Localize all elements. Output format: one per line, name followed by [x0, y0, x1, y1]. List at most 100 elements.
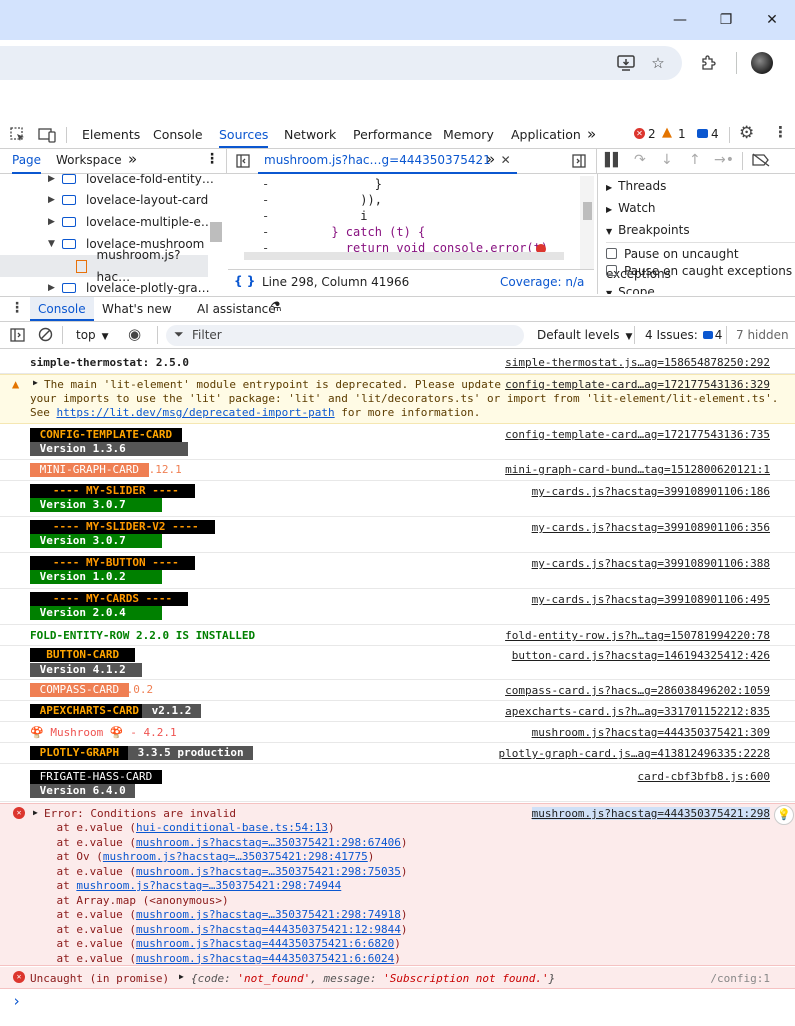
stack-frame-link[interactable]: mushroom.js?hacstag=…350375421:298:74918 — [136, 908, 401, 921]
source-link[interactable]: simple-thermostat.js…ag=158654878250:292 — [505, 356, 770, 369]
console-prompt[interactable]: › — [0, 990, 795, 1014]
stack-frame-link[interactable]: mushroom.js?hacstag=…350375421:298:41775 — [103, 850, 368, 863]
source-link[interactable]: /config:1 — [710, 972, 770, 985]
error-count[interactable]: 2 — [648, 127, 656, 141]
pause-icon[interactable]: ▌▌ — [605, 153, 623, 168]
log-levels-dropdown[interactable]: Default levels ▼ — [537, 328, 632, 342]
source-link[interactable]: my-cards.js?hacstag=399108901106:495 — [532, 593, 770, 606]
info-count[interactable]: 4 — [711, 127, 719, 141]
drawer-tab-console[interactable]: Console — [30, 297, 94, 321]
drawer-tab-ai-assistance[interactable]: AI assistance — [197, 302, 276, 316]
tree-item-mushroom-file[interactable]: mushroom.js?hac… — [0, 248, 208, 284]
editor-scrollbar-thumb[interactable] — [583, 202, 592, 220]
tab-sources[interactable]: Sources — [219, 121, 269, 148]
insights-bulb-icon[interactable]: 💡 — [774, 805, 794, 825]
tree-item-multiple-entity[interactable]: ▶ lovelace-multiple-e… — [48, 211, 213, 233]
profile-avatar[interactable] — [751, 52, 773, 74]
toggle-debugger-icon[interactable] — [572, 154, 586, 171]
horizontal-scrollbar[interactable] — [244, 252, 564, 260]
deactivate-breakpoints-icon[interactable] — [752, 153, 770, 170]
tab-memory[interactable]: Memory — [443, 121, 494, 148]
clear-console-icon[interactable] — [38, 327, 53, 345]
tree-item-layout-card[interactable]: ▶ lovelace-layout-card — [48, 189, 208, 211]
install-app-icon[interactable] — [616, 53, 636, 73]
drawer-tab-whats-new[interactable]: What's new — [102, 302, 172, 316]
step-icon[interactable]: →• — [714, 152, 734, 168]
scope-section[interactable]: ▼ Scope — [606, 282, 655, 294]
more-editor-tabs-chevron-icon[interactable]: » — [486, 150, 495, 168]
more-tabs-chevron-icon[interactable]: » — [587, 121, 596, 148]
watch-section[interactable]: ▶ Watch — [606, 198, 656, 218]
close-tab-icon[interactable]: ✕ — [501, 153, 511, 167]
expand-object-icon[interactable]: ▶ — [179, 972, 184, 981]
stack-frame-link[interactable]: mushroom.js?hacstag=…350375421:298:74944 — [76, 879, 341, 892]
source-link[interactable]: fold-entity-row.js?h…tag=150781994220:78 — [505, 629, 770, 642]
toggle-navigator-icon[interactable] — [236, 154, 250, 171]
device-toolbar-icon[interactable] — [38, 127, 56, 146]
source-link[interactable]: mushroom.js?hacstag=444350375421:298 — [531, 807, 770, 820]
source-link[interactable]: compass-card.js?hacs…g=286038496202:1059 — [505, 684, 770, 697]
source-link[interactable]: apexcharts-card.js?h…ag=331701152212:835 — [505, 705, 770, 718]
live-expression-eye-icon[interactable]: ◉ — [128, 325, 141, 343]
source-link[interactable]: config-template-card…ag=172177543136:329 — [505, 378, 770, 391]
tree-item-fold-entity[interactable]: ▶ lovelace-fold-entity… — [48, 174, 214, 190]
source-link[interactable]: my-cards.js?hacstag=399108901106:186 — [532, 485, 770, 498]
settings-gear-icon[interactable]: ⚙ — [739, 123, 754, 143]
more-options-icon[interactable]: ⋮ — [773, 123, 788, 141]
editor-scrollbar[interactable] — [580, 176, 594, 269]
pretty-print-icon[interactable]: { } — [234, 274, 255, 288]
bookmark-star-icon[interactable]: ☆ — [648, 53, 668, 73]
drawer-menu-icon[interactable]: ⋮ — [10, 300, 24, 316]
tab-console[interactable]: Console — [153, 121, 203, 148]
more-nav-chevron-icon[interactable]: » — [128, 150, 137, 168]
tab-network[interactable]: Network — [284, 121, 336, 148]
step-into-icon[interactable]: ↓ — [661, 152, 673, 168]
filter-input[interactable]: ⏷ Filter — [166, 325, 524, 346]
minimize-button[interactable]: — — [657, 0, 703, 40]
nav-more-options-icon[interactable]: ⋮ — [205, 151, 219, 167]
address-bar[interactable] — [0, 46, 682, 80]
docs-link[interactable]: https://lit.dev/msg/deprecated-import-pa… — [57, 406, 335, 419]
issues-button[interactable]: 4 Issues: 4 — [645, 328, 722, 342]
stack-frame-link[interactable]: hui-conditional-base.ts:54:13 — [136, 821, 328, 834]
tab-elements[interactable]: Elements — [82, 121, 140, 148]
expand-arrow-icon[interactable]: ▶ — [33, 378, 38, 387]
source-link[interactable]: button-card.js?hacstag=146194325412:426 — [512, 649, 770, 662]
threads-section[interactable]: ▶ Threads — [606, 176, 666, 196]
step-out-icon[interactable]: ↑ — [689, 152, 701, 168]
source-link[interactable]: my-cards.js?hacstag=399108901106:356 — [532, 521, 770, 534]
error-object[interactable]: {code: 'not_found', message: 'Subscripti… — [191, 972, 555, 985]
editor-tab-mushroom[interactable]: mushroom.js?hac…g=444350375421 ✕ — [258, 149, 517, 174]
stack-frame-link[interactable]: mushroom.js?hacstag=…350375421:298:75035 — [136, 865, 401, 878]
tab-application[interactable]: Application — [511, 121, 581, 148]
step-over-icon[interactable]: ↷ — [634, 152, 646, 168]
checkbox[interactable] — [606, 248, 617, 259]
tree-item-plotly-graph[interactable]: ▶ lovelace-plotly-gra… — [48, 277, 210, 294]
tree-scrollbar[interactable] — [210, 222, 222, 242]
source-link[interactable]: config-template-card…ag=172177543136:735 — [505, 428, 770, 441]
stack-frame-link[interactable]: mushroom.js?hacstag=444350375421:12:9844 — [136, 923, 401, 936]
coverage-link[interactable]: Coverage: n/a — [500, 275, 584, 289]
tab-workspace[interactable]: Workspace — [56, 153, 122, 167]
source-link[interactable]: mushroom.js?hacstag=444350375421:309 — [532, 726, 770, 739]
source-link[interactable]: plotly-graph-card.js…ag=413812496335:222… — [498, 747, 770, 760]
expand-arrow-icon[interactable]: ▶ — [33, 808, 38, 817]
source-link[interactable]: card-cbf3bfb8.js:600 — [638, 770, 770, 783]
source-link[interactable]: mini-graph-card-bund…tag=1512800620121:1 — [505, 463, 770, 476]
stack-frame-link[interactable]: mushroom.js?hacstag=444350375421:6:6820 — [136, 937, 394, 950]
context-select[interactable]: top ▼ — [76, 328, 109, 342]
stack-frame-link[interactable]: mushroom.js?hacstag=444350375421:6:6024 — [136, 952, 394, 965]
close-button[interactable]: ✕ — [749, 0, 795, 40]
inspect-element-icon[interactable] — [10, 127, 26, 146]
checkbox[interactable] — [606, 265, 617, 276]
source-link[interactable]: my-cards.js?hacstag=399108901106:388 — [532, 557, 770, 570]
pause-uncaught-checkbox[interactable]: Pause on uncaught exceptions — [606, 242, 795, 281]
maximize-button[interactable]: ❐ — [703, 0, 749, 40]
extensions-icon[interactable] — [698, 53, 718, 73]
tab-performance[interactable]: Performance — [353, 121, 432, 148]
stack-frame-link[interactable]: mushroom.js?hacstag=…350375421:298:67406 — [136, 836, 401, 849]
pause-caught-checkbox[interactable]: Pause on caught exceptions — [606, 261, 792, 281]
toggle-sidebar-icon[interactable] — [10, 328, 25, 345]
warning-count[interactable]: 1 — [678, 127, 686, 141]
breakpoints-section[interactable]: ▼ Breakpoints — [606, 220, 690, 240]
